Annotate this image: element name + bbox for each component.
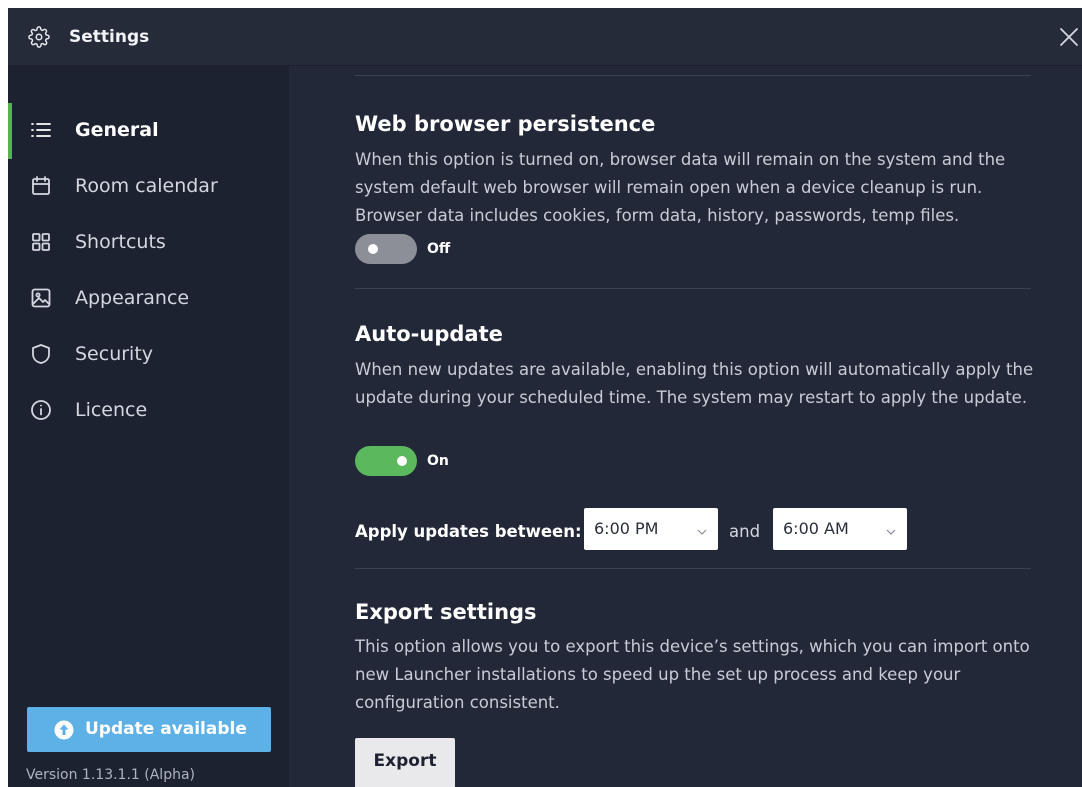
section-title-export: Export settings	[355, 600, 537, 624]
section-title-web-browser: Web browser persistence	[355, 112, 656, 136]
image-icon	[29, 286, 53, 310]
section-divider	[355, 75, 1031, 76]
update-available-button[interactable]: Update available	[27, 707, 271, 752]
section-title-auto-update: Auto-update	[355, 322, 503, 346]
apply-updates-label: Apply updates between:	[355, 522, 582, 541]
settings-content: Web browser persistence When this option…	[289, 66, 1082, 787]
sidebar-item-general[interactable]: General	[8, 103, 289, 159]
toggle-knob	[397, 456, 407, 466]
gear-icon	[28, 26, 50, 48]
start-time-value: 6:00 PM	[594, 519, 659, 538]
chevron-down-icon	[885, 523, 897, 535]
sidebar-item-security[interactable]: Security	[8, 327, 289, 383]
sidebar: General Room calendar Shortcuts Appearan…	[8, 66, 289, 787]
auto-update-toggle-state: On	[427, 453, 449, 469]
list-icon	[29, 118, 53, 142]
web-browser-toggle-state: Off	[427, 241, 451, 257]
sidebar-item-label: Appearance	[75, 287, 190, 309]
close-icon[interactable]	[1056, 24, 1082, 50]
end-time-value: 6:00 AM	[783, 519, 849, 538]
title-bar: Settings	[8, 8, 1082, 66]
info-icon	[29, 398, 53, 422]
section-desc-web-browser: When this option is turned on, browser d…	[355, 150, 1006, 225]
section-divider	[355, 568, 1031, 569]
sidebar-item-room-calendar[interactable]: Room calendar	[8, 159, 289, 215]
end-time-select[interactable]: 6:00 AM	[773, 508, 907, 550]
version-text: Version 1.13.1.1 (Alpha)	[26, 767, 195, 783]
auto-update-toggle[interactable]	[355, 446, 417, 476]
sidebar-item-label: Room calendar	[75, 175, 218, 197]
export-button[interactable]: Export	[355, 738, 455, 787]
section-desc-export: This option allows you to export this de…	[355, 637, 1030, 712]
sidebar-item-label: Security	[75, 343, 154, 365]
grid-icon	[29, 230, 53, 254]
arrow-up-circle-icon	[54, 720, 74, 740]
export-button-label: Export	[373, 751, 437, 771]
window-title: Settings	[69, 27, 150, 47]
shield-icon	[29, 342, 53, 366]
active-indicator	[8, 103, 12, 159]
sidebar-item-label: Licence	[75, 399, 148, 421]
web-browser-persistence-toggle[interactable]	[355, 234, 417, 264]
sidebar-item-shortcuts[interactable]: Shortcuts	[8, 215, 289, 271]
sidebar-item-label: Shortcuts	[75, 231, 166, 253]
sidebar-item-licence[interactable]: Licence	[8, 383, 289, 439]
start-time-select[interactable]: 6:00 PM	[584, 508, 718, 550]
chevron-down-icon	[696, 523, 708, 535]
settings-window: Settings General Room calendar Shortcuts…	[8, 8, 1082, 787]
update-button-label: Update available	[85, 719, 247, 739]
section-desc-auto-update: When new updates are available, enabling…	[355, 360, 1034, 407]
sidebar-item-appearance[interactable]: Appearance	[8, 271, 289, 327]
sidebar-item-label: General	[75, 119, 159, 141]
calendar-icon	[29, 174, 53, 198]
toggle-knob	[368, 244, 378, 254]
section-divider	[355, 288, 1031, 289]
and-label: and	[729, 522, 761, 541]
